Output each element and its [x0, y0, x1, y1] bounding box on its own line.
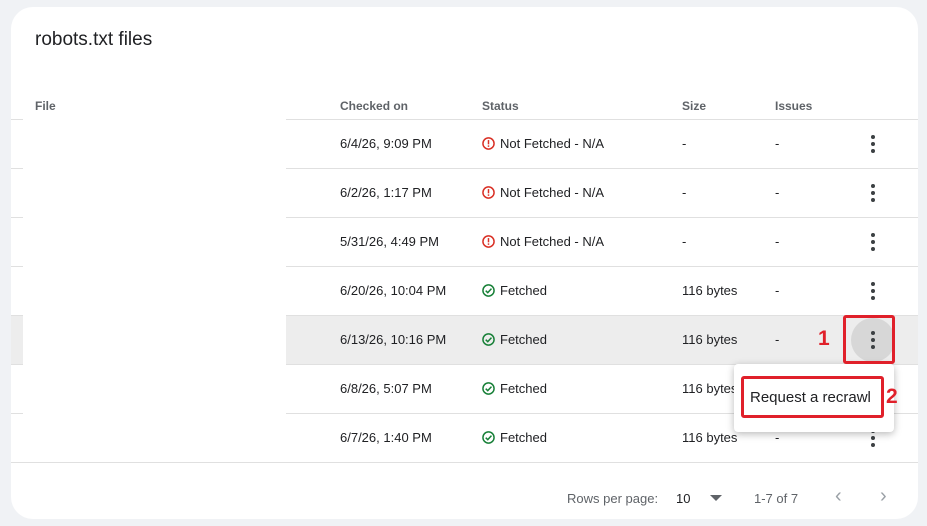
more-vert-icon[interactable] [857, 128, 889, 160]
rows-per-page-value: 10 [676, 491, 691, 506]
checked-on-cell: 6/2/26, 1:17 PM [340, 185, 432, 200]
annotation-highlight-more-button [843, 315, 895, 364]
chevron-down-icon [710, 495, 723, 501]
file-column-blank-area [23, 119, 286, 462]
table-footer: Rows per page: 10 1-7 of 7 ‹ › [11, 462, 918, 519]
next-page-icon[interactable]: › [880, 485, 887, 508]
column-header-size[interactable]: Size [682, 99, 706, 113]
checked-on-cell: 5/31/26, 4:49 PM [340, 234, 440, 249]
check-circle-icon [482, 430, 500, 445]
size-cell: - [682, 136, 687, 151]
status-cell: Fetched [482, 283, 547, 298]
checked-on-cell: 6/13/26, 10:16 PM [340, 332, 447, 347]
more-dot [871, 149, 875, 153]
table-header: File Checked on Status Size Issues [11, 91, 918, 119]
error-circle-icon [482, 136, 500, 151]
error-circle-icon [482, 185, 500, 200]
annotation-highlight-recrawl [741, 376, 884, 418]
size-cell: 116 bytes [682, 332, 738, 347]
status-cell: Not Fetched - N/A [482, 185, 604, 200]
check-circle-icon [482, 332, 500, 347]
issues-cell: - [775, 430, 780, 445]
size-cell: 116 bytes [682, 381, 738, 396]
status-text: Not Fetched - N/A [500, 234, 605, 249]
previous-page-icon[interactable]: ‹ [835, 485, 842, 508]
checked-on-cell: 6/4/26, 9:09 PM [340, 136, 432, 151]
status-text: Not Fetched - N/A [500, 185, 605, 200]
status-cell: Not Fetched - N/A [482, 234, 604, 249]
column-header-issues[interactable]: Issues [775, 99, 812, 113]
size-cell: 116 bytes [682, 430, 738, 445]
more-dot [871, 142, 875, 146]
checked-on-cell: 6/7/26, 1:40 PM [340, 430, 432, 445]
check-circle-icon [482, 283, 500, 298]
status-text: Fetched [500, 332, 547, 347]
more-dot [871, 240, 875, 244]
more-dot [871, 247, 875, 251]
more-dot [871, 282, 875, 286]
more-dot [871, 436, 875, 440]
more-dot [871, 198, 875, 202]
checked-on-cell: 6/8/26, 5:07 PM [340, 381, 432, 396]
issues-cell: - [775, 332, 780, 347]
more-dot [871, 443, 875, 447]
status-text: Fetched [500, 381, 547, 396]
issues-cell: - [775, 185, 780, 200]
more-dot [871, 135, 875, 139]
status-text: Not Fetched - N/A [500, 136, 605, 151]
more-dot [871, 296, 875, 300]
issues-cell: - [775, 136, 780, 151]
card-title: robots.txt files [35, 29, 153, 50]
issues-cell: - [775, 234, 780, 249]
column-header-status[interactable]: Status [482, 99, 519, 113]
error-circle-icon [482, 234, 500, 249]
more-dot [871, 184, 875, 188]
checked-on-cell: 6/20/26, 10:04 PM [340, 283, 447, 298]
robots-txt-card: robots.txt files File Checked on Status … [11, 7, 918, 519]
column-header-file: File [35, 99, 56, 113]
status-cell: Fetched [482, 332, 547, 347]
check-circle-icon [482, 381, 500, 396]
annotation-step-1: 1 [818, 327, 830, 350]
status-text: Fetched [500, 283, 547, 298]
more-vert-icon[interactable] [857, 226, 889, 258]
annotation-step-2: 2 [886, 385, 898, 408]
status-cell: Fetched [482, 381, 547, 396]
issues-cell: - [775, 283, 780, 298]
more-vert-icon[interactable] [857, 275, 889, 307]
rows-per-page-select[interactable]: 10 [676, 491, 723, 506]
status-text: Fetched [500, 430, 547, 445]
size-cell: - [682, 234, 687, 249]
pagination-range: 1-7 of 7 [754, 491, 799, 506]
more-vert-icon[interactable] [857, 177, 889, 209]
column-header-checked-on[interactable]: Checked on [340, 99, 408, 113]
more-dot [871, 233, 875, 237]
rows-per-page-label: Rows per page: [567, 491, 659, 506]
status-cell: Not Fetched - N/A [482, 136, 604, 151]
status-cell: Fetched [482, 430, 547, 445]
more-dot [871, 289, 875, 293]
size-cell: 116 bytes [682, 283, 738, 298]
size-cell: - [682, 185, 687, 200]
more-dot [871, 191, 875, 195]
